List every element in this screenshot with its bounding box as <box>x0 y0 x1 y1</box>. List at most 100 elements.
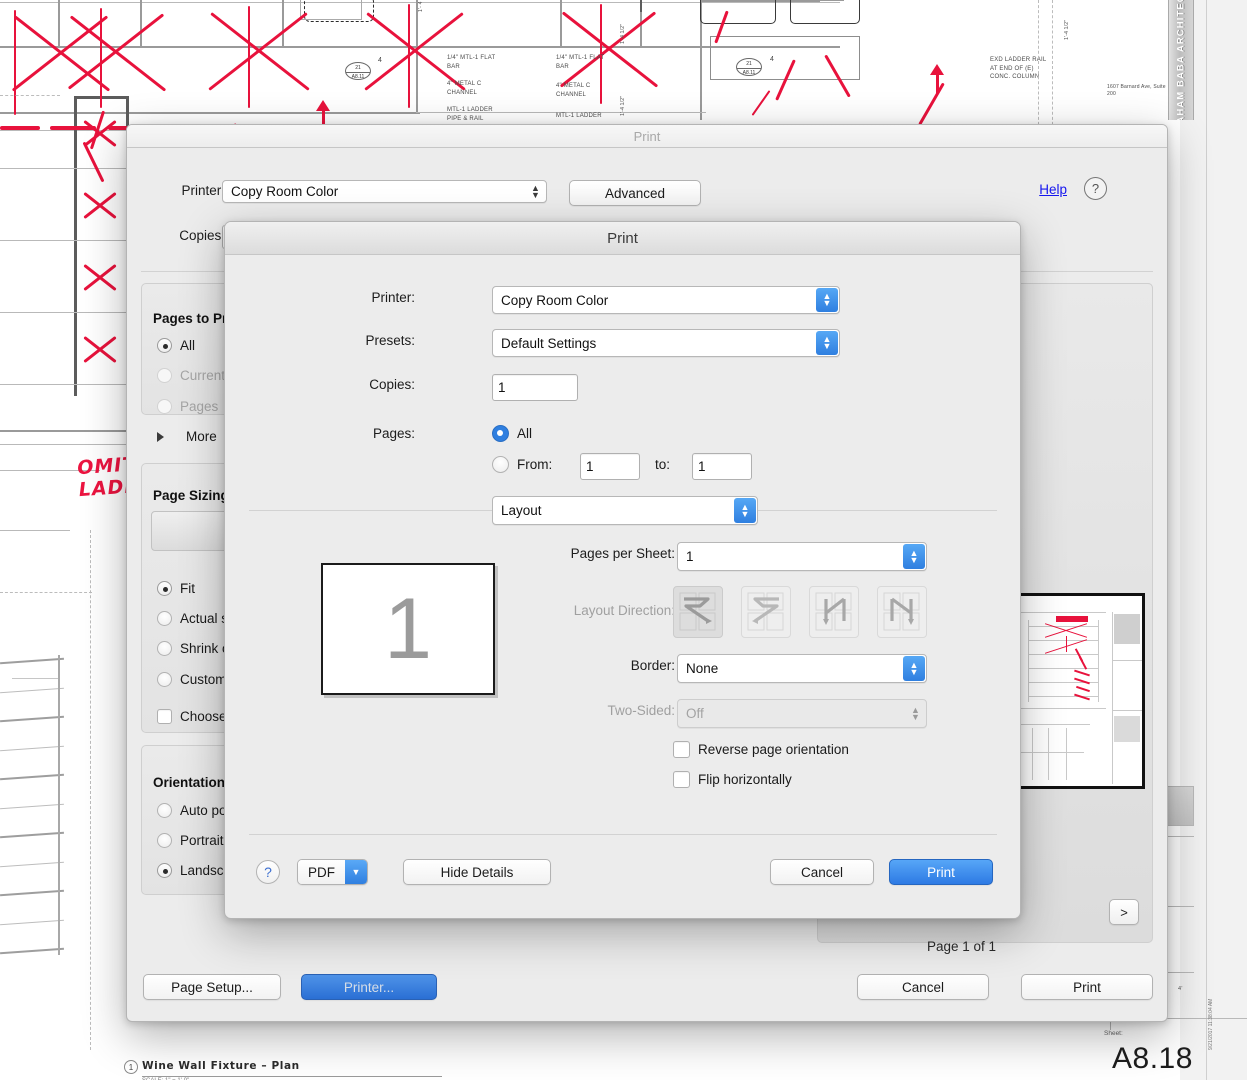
radio-landscape[interactable] <box>157 863 172 878</box>
two-sided-value: Off <box>686 706 704 721</box>
firm-name-tab: GRAHAM BABA ARCHITECTS <box>1168 0 1194 120</box>
pages-per-sheet-value: 1 <box>686 549 694 564</box>
presets-select[interactable]: Default Settings ▲ ▼ <box>492 329 840 357</box>
chevron-updown-icon: ▲▼ <box>903 656 925 681</box>
plot-timestamp: 9/21/2017 11:38:04 AM <box>1208 998 1214 1050</box>
chevron-down-icon[interactable]: ▼ <box>345 860 367 884</box>
chevron-right-icon: > <box>1120 904 1128 920</box>
firm-name-label: GRAHAM BABA ARCHITECTS <box>1175 0 1187 120</box>
pages-option-pages-label: Pages <box>180 399 219 414</box>
radio-pages-all[interactable] <box>492 425 509 442</box>
radio-all[interactable] <box>157 338 172 353</box>
advanced-button[interactable]: Advanced <box>569 180 701 206</box>
next-page-button[interactable]: > <box>1109 899 1139 925</box>
printer-label: Printer: <box>181 183 225 198</box>
two-sided-select: Off ▲ ▼ <box>677 699 927 728</box>
front-printer-label: Printer: <box>371 290 415 305</box>
print-pane-select[interactable]: Layout ▲ ▼ <box>492 496 758 525</box>
back-cancel-button[interactable]: Cancel <box>857 974 989 1000</box>
checkbox-reverse-page-orientation[interactable] <box>673 741 690 758</box>
front-printer-select[interactable]: Copy Room Color ▲ ▼ <box>492 286 840 314</box>
front-copies-input[interactable]: 1 <box>492 374 578 401</box>
detail-bubble: 21 A8.11 <box>736 58 762 76</box>
pages-option-all[interactable]: All <box>157 338 195 353</box>
macos-print-sheet-title: Print <box>607 229 638 247</box>
layout-direction-down-then-across-reverse-icon[interactable] <box>809 586 859 638</box>
front-printer-select-value: Copy Room Color <box>501 292 609 308</box>
radio-auto-orientation[interactable] <box>157 803 172 818</box>
question-circle-icon[interactable]: ? <box>1084 177 1107 200</box>
layout-direction-across-then-down-s-icon[interactable] <box>741 586 791 638</box>
page-of-label: Page 1 of 1 <box>927 939 997 954</box>
help-link[interactable]: Help <box>1039 182 1067 197</box>
radio-portrait[interactable] <box>157 833 172 848</box>
sheet-number: A8.18 <box>1112 1042 1193 1075</box>
front-pages-all-row[interactable]: All <box>492 425 532 442</box>
acrobat-print-dialog-titlebar: Print <box>127 125 1167 148</box>
checkbox-choose-paper-source[interactable] <box>157 709 172 724</box>
macos-print-sheet[interactable]: Print Printer: Copy Room Color ▲ ▼ Preset… <box>224 221 1021 919</box>
macos-print-sheet-titlebar: Print <box>225 222 1020 255</box>
presets-label: Presets: <box>365 333 415 348</box>
size-option-fit-label: Fit <box>180 581 195 596</box>
printer-select[interactable]: Copy Room Color ▲ ▼ <box>222 180 547 203</box>
print-pane-select-value: Layout <box>501 503 542 518</box>
layout-direction-down-then-across-icon[interactable] <box>877 586 927 638</box>
front-copies-label: Copies: <box>369 377 415 392</box>
help-button[interactable]: ? <box>256 860 280 884</box>
radio-pages-from[interactable] <box>492 456 509 473</box>
radio-actual-size[interactable] <box>157 611 172 626</box>
chevron-updown-icon: ▲▼ <box>734 498 756 523</box>
chevron-updown-icon: ▲▼ <box>816 288 838 312</box>
drawing-note: MTL-1 LADDER PIPE & RAIL <box>447 107 493 122</box>
page-setup-button[interactable]: Page Setup... <box>143 974 281 1000</box>
border-select-value: None <box>686 661 719 676</box>
pages-per-sheet-select[interactable]: 1 ▲ ▼ <box>677 542 927 571</box>
drawing-note: 4" METAL C CHANNEL <box>556 83 591 98</box>
pages-per-sheet-label: Pages per Sheet: <box>570 546 675 561</box>
border-select[interactable]: None ▲ ▼ <box>677 654 927 683</box>
disclosure-triangle-icon[interactable] <box>157 431 164 442</box>
drawing-note: 4" METAL C CHANNEL <box>447 81 482 96</box>
hide-details-button[interactable]: Hide Details <box>403 859 551 885</box>
chevron-updown-icon: ▲▼ <box>816 331 838 355</box>
radio-current-view <box>157 368 172 383</box>
pages-to-input[interactable]: 1 <box>692 453 752 480</box>
front-pages-from-label: From: <box>517 457 553 472</box>
orientation-option-portrait[interactable]: Portrait <box>157 833 224 848</box>
checkbox-flip-horizontally[interactable] <box>673 771 690 788</box>
reverse-page-orientation-row[interactable]: Reverse page orientation <box>673 741 849 758</box>
caption-title: Wine Wall Fixture – Plan <box>142 1060 300 1072</box>
pages-from-input[interactable]: 1 <box>580 453 640 480</box>
pages-to-label: to: <box>655 457 671 472</box>
presets-select-value: Default Settings <box>501 335 597 351</box>
drawing-address: 1607 Barnard Ave, Suite 200 <box>1107 84 1166 98</box>
front-pages-all-label: All <box>517 426 533 441</box>
orientation-option-portrait-label: Portrait <box>180 833 224 848</box>
flip-horizontally-row[interactable]: Flip horizontally <box>673 771 792 788</box>
radio-pages <box>157 399 172 414</box>
radio-shrink[interactable] <box>157 641 172 656</box>
more-options-disclosure[interactable]: More <box>157 429 217 444</box>
detail-bubble: 21 A8.11 <box>345 62 371 80</box>
layout-direction-across-then-down-z-icon[interactable] <box>673 586 723 638</box>
print-preview-thumbnail <box>1007 593 1145 789</box>
radio-custom-scale[interactable] <box>157 672 172 687</box>
printer-settings-button[interactable]: Printer... <box>301 974 437 1000</box>
dimension-2: 1'-4 1/2" <box>620 95 626 116</box>
chevron-updown-icon: ▲▼ <box>903 544 925 569</box>
drawing-right-gutter <box>1180 0 1247 1080</box>
back-print-button[interactable]: Print <box>1021 974 1153 1000</box>
orientation-title: Orientation: <box>153 775 230 790</box>
acrobat-print-dialog-title: Print <box>633 128 661 144</box>
chevron-updown-icon: ▲▼ <box>531 182 540 200</box>
front-pages-from-row[interactable]: From: <box>492 456 552 473</box>
front-print-button[interactable]: Print <box>889 859 993 885</box>
drawing-note: 1/4" MTL-1 FLAT BAR <box>447 55 496 70</box>
radio-fit[interactable] <box>157 581 172 596</box>
size-option-fit[interactable]: Fit <box>157 581 195 596</box>
pdf-button[interactable]: PDF ▼ <box>297 859 368 885</box>
chevron-updown-icon: ▲▼ <box>911 704 920 722</box>
copies-label: Copies: <box>179 228 225 243</box>
front-cancel-button[interactable]: Cancel <box>770 859 874 885</box>
